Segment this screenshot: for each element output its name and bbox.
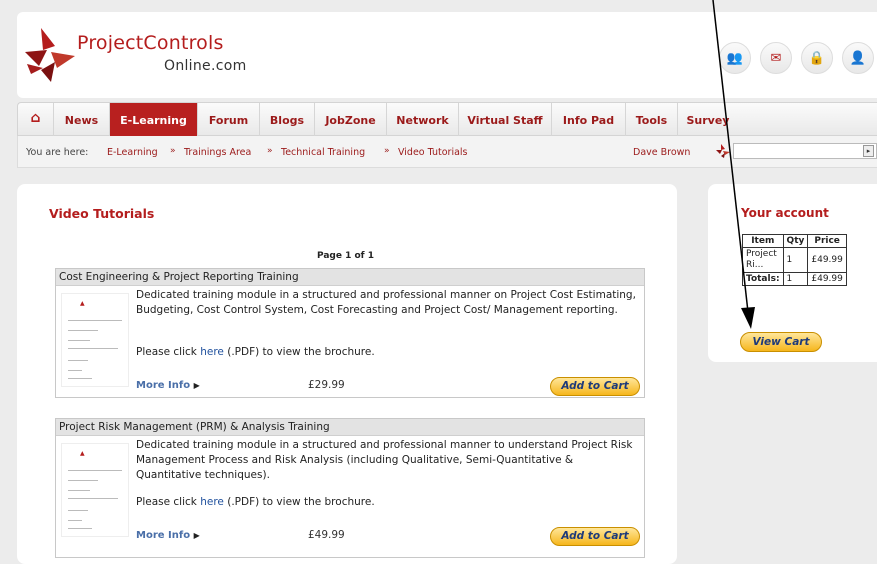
nav-item-jobzone[interactable]: JobZone [315,103,387,136]
brochure-link[interactable]: here [200,346,224,358]
breadcrumb-prefix: You are here: [26,147,89,158]
breadcrumb: You are here: E-Learning » Trainings Are… [17,136,877,168]
nav-item-info-pad[interactable]: Info Pad [552,103,626,136]
account-panel: Your account Item Qty Price Project Ri..… [708,184,877,362]
table-row: Project Ri... 1 £49.99 [742,247,847,273]
breadcrumb-separator: » [267,146,273,156]
arrow-right-icon: ▶ [193,531,200,540]
page-info: Page 1 of 1 [317,251,374,261]
breadcrumb-separator: » [170,146,176,156]
cart-item-qty: 1 [782,247,809,273]
brochure-suffix: (.PDF) to view the brochure. [223,346,375,358]
user-glyph: 👤 [849,50,867,66]
account-title: Your account [741,206,829,220]
table-row-totals: Totals: 1 £49.99 [742,272,847,286]
cart-totals-price: £49.99 [807,272,847,286]
dropdown-arrow-icon[interactable]: ▸ [863,145,874,157]
breadcrumb-item-elearning[interactable]: E-Learning [107,147,158,158]
cart-header-item: Item [742,234,784,248]
logo-text-secondary: Online.com [164,58,247,74]
course-price: £29.99 [308,379,345,391]
thumbnail-logo: ▲ [80,450,85,457]
more-info-label: More Info [136,380,191,391]
community-icon[interactable]: 👥 [719,42,751,74]
community-glyph: 👥 [726,50,744,66]
cart-header-qty: Qty [782,234,809,248]
course-title[interactable]: Cost Engineering & Project Reporting Tra… [56,269,644,286]
course-title[interactable]: Project Risk Management (PRM) & Analysis… [56,419,644,436]
logo-small-icon [716,144,730,158]
brochure-link[interactable]: here [200,496,224,508]
breadcrumb-item-video-tutorials[interactable]: Video Tutorials [398,147,468,158]
cart-header-price: Price [807,234,847,248]
nav-item-blogs[interactable]: Blogs [260,103,315,136]
mail-glyph: ✉ [770,50,782,66]
brochure-thumbnail[interactable]: ▲ [61,293,129,387]
lock-icon[interactable]: 🔒 [801,42,833,74]
add-to-cart-button[interactable]: Add to Cart [550,527,640,546]
more-info-link[interactable]: More Info ▶ [136,530,200,541]
brochure-text: Please click here (.PDF) to view the bro… [136,496,375,508]
more-info-link[interactable]: More Info ▶ [136,380,200,391]
main-content: Video Tutorials Page 1 of 1 Cost Enginee… [17,184,677,564]
nav-item-news[interactable]: News [54,103,110,136]
nav-item-network[interactable]: Network [387,103,459,136]
breadcrumb-separator: » [384,146,390,156]
brochure-prefix: Please click [136,496,201,508]
logo-icon[interactable] [21,26,77,84]
cart-table: Item Qty Price Project Ri... 1 £49.99 To… [742,234,847,286]
main-nav: ⌂ News E-Learning Forum Blogs JobZone Ne… [17,102,877,136]
course-description: Dedicated training module in a structure… [136,439,633,481]
cart-totals-qty: 1 [782,272,809,286]
nav-item-survey[interactable]: Survey [678,103,738,136]
nav-item-elearning[interactable]: E-Learning [110,103,198,136]
brochure-thumbnail[interactable]: ▲ [61,443,129,537]
nav-item-forum[interactable]: Forum [198,103,260,136]
user-icon[interactable]: 👤 [842,42,874,74]
brochure-prefix: Please click [136,346,201,358]
breadcrumb-item-trainings-area[interactable]: Trainings Area [184,147,251,158]
course-card: Cost Engineering & Project Reporting Tra… [55,268,645,398]
brochure-text: Please click here (.PDF) to view the bro… [136,346,375,358]
user-name[interactable]: Dave Brown [633,147,690,158]
course-description: Dedicated training module in a structure… [136,289,636,316]
logo-text-primary: ProjectControls [77,32,224,54]
home-glyph: ⌂ [30,110,41,126]
course-card: Project Risk Management (PRM) & Analysis… [55,418,645,558]
arrow-right-icon: ▶ [193,381,200,390]
add-to-cart-button[interactable]: Add to Cart [550,377,640,396]
more-info-label: More Info [136,530,191,541]
home-icon[interactable]: ⌂ [18,103,54,136]
page-title: Video Tutorials [49,206,155,221]
mail-icon[interactable]: ✉ [760,42,792,74]
cart-totals-label: Totals: [742,272,784,286]
view-cart-button[interactable]: View Cart [740,332,822,352]
nav-item-virtual-staff[interactable]: Virtual Staff [459,103,552,136]
brochure-suffix: (.PDF) to view the brochure. [223,496,375,508]
nav-item-tools[interactable]: Tools [626,103,678,136]
cart-item-price: £49.99 [807,247,847,273]
site-header: ProjectControls Online.com 👥 ✉ 🔒 👤 [17,12,877,98]
cart-item-name[interactable]: Project Ri... [742,247,784,273]
language-select[interactable]: ▸ [716,143,877,159]
thumbnail-logo: ▲ [80,300,85,307]
course-price: £49.99 [308,529,345,541]
lock-glyph: 🔒 [808,50,826,66]
breadcrumb-item-technical-training[interactable]: Technical Training [281,147,365,158]
